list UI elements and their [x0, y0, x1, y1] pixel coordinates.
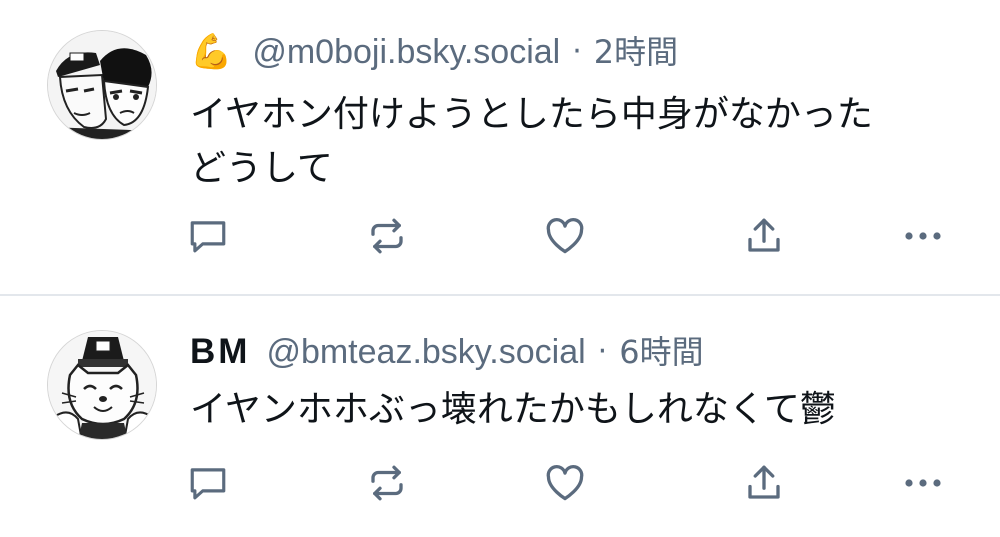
post-text: イヤンホホぶっ壊れたかもしれなくて鬱	[190, 383, 970, 437]
post-text-line: イヤホン付けようとしたら中身がなかった	[190, 94, 873, 135]
post-text-line: イヤンホホぶっ壊れたかもしれなくて鬱	[190, 389, 836, 430]
share-button[interactable]	[739, 458, 789, 508]
post-header: BM @bmteaz.bsky.social · 6時間	[190, 329, 704, 375]
more-icon	[905, 479, 941, 487]
author-handle[interactable]: @m0boji.bsky.social	[252, 29, 560, 75]
post-actions	[0, 458, 1000, 508]
repost-icon	[371, 465, 403, 501]
share-button[interactable]	[739, 211, 789, 261]
feed-post[interactable]: 💪 @m0boji.bsky.social · 2時間 イヤホン付けようとしたら…	[0, 0, 1000, 295]
manga-officer-avatar-art	[48, 331, 156, 439]
author-display-name[interactable]: BM	[190, 329, 250, 375]
post-text: イヤホン付けようとしたら中身がなかった どうして	[190, 88, 970, 196]
reply-button[interactable]	[183, 458, 233, 508]
post-time[interactable]: 6時間	[619, 329, 703, 375]
more-icon	[905, 232, 941, 240]
reply-icon	[190, 221, 226, 253]
repost-button[interactable]	[362, 211, 412, 261]
post-header: 💪 @m0boji.bsky.social · 2時間	[190, 29, 678, 75]
flexed-biceps-icon: 💪	[190, 32, 233, 72]
meta-separator: ·	[572, 34, 582, 69]
post-time[interactable]: 2時間	[594, 29, 678, 75]
manga-characters-avatar-art	[48, 31, 156, 139]
post-feed: 💪 @m0boji.bsky.social · 2時間 イヤホン付けようとしたら…	[0, 0, 1000, 537]
feed-post[interactable]: BM @bmteaz.bsky.social · 6時間 イヤンホホぶっ壊れたか…	[0, 296, 1000, 537]
avatar[interactable]	[47, 30, 157, 140]
meta-separator: ·	[597, 334, 608, 369]
post-actions	[0, 211, 1000, 261]
like-button[interactable]	[540, 211, 590, 261]
more-options-button[interactable]	[898, 211, 948, 261]
repost-button[interactable]	[362, 458, 412, 508]
reply-icon	[190, 468, 226, 500]
author-handle[interactable]: @bmteaz.bsky.social	[266, 329, 585, 375]
heart-icon	[546, 218, 584, 254]
repost-icon	[371, 218, 403, 254]
reply-button[interactable]	[183, 211, 233, 261]
heart-icon	[546, 465, 584, 501]
share-icon	[748, 218, 780, 252]
more-options-button[interactable]	[898, 458, 948, 508]
post-text-line: どうして	[190, 148, 333, 189]
share-icon	[748, 465, 780, 499]
avatar[interactable]	[47, 330, 157, 440]
like-button[interactable]	[540, 458, 590, 508]
